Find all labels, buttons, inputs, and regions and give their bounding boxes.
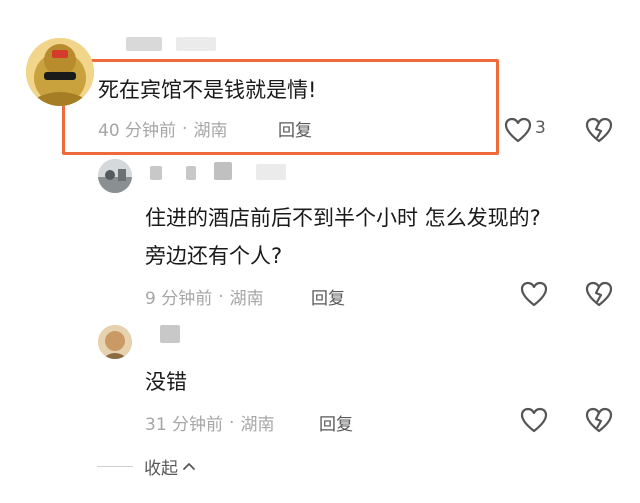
broken-heart-icon[interactable] <box>584 406 614 434</box>
reply-button[interactable]: 回复 <box>319 410 353 435</box>
meta-separator: · <box>182 118 188 139</box>
username-redacted <box>186 166 196 180</box>
username-redacted <box>126 37 162 51</box>
comment-time: 40 分钟前 <box>98 121 177 141</box>
heart-icon[interactable] <box>519 280 549 308</box>
like-count: 3 <box>535 118 546 138</box>
avatar[interactable] <box>26 38 94 106</box>
username-redacted <box>256 164 286 180</box>
comment-meta: 31 分钟前 · 湖南 <box>145 410 275 436</box>
reply-button[interactable]: 回复 <box>311 284 345 309</box>
comment-location: 湖南 <box>229 289 264 309</box>
collapse-button[interactable]: 收起 <box>144 454 196 479</box>
comment-text: 死在宾馆不是钱就是情! <box>98 78 317 102</box>
collapse-label: 收起 <box>144 459 178 479</box>
username-redacted <box>214 162 232 180</box>
collapse-divider <box>97 466 133 467</box>
comment-text-line: 住进的酒店前后不到半个小时 怎么发现的? <box>145 206 541 230</box>
comment-meta: 9 分钟前 · 湖南 <box>145 284 264 310</box>
username-redacted <box>150 166 162 180</box>
comment-text: 没错 <box>145 370 187 394</box>
heart-icon[interactable] <box>503 116 533 144</box>
chevron-up-icon <box>182 457 196 476</box>
reply-button[interactable]: 回复 <box>278 116 312 141</box>
avatar[interactable] <box>98 159 132 193</box>
avatar[interactable] <box>98 325 132 359</box>
comment-time: 31 分钟前 <box>145 415 224 435</box>
broken-heart-icon[interactable] <box>584 280 614 308</box>
heart-icon[interactable] <box>519 406 549 434</box>
comment-location: 湖南 <box>193 121 228 141</box>
meta-separator: · <box>229 412 235 433</box>
broken-heart-icon[interactable] <box>584 116 614 144</box>
comment-meta: 40 分钟前 · 湖南 <box>98 116 228 142</box>
comment-time: 9 分钟前 <box>145 289 213 309</box>
comment-location: 湖南 <box>240 415 275 435</box>
meta-separator: · <box>218 286 224 307</box>
username-redacted <box>176 37 216 51</box>
comment-text-line: 旁边还有个人? <box>145 244 283 268</box>
username-redacted <box>160 325 180 343</box>
